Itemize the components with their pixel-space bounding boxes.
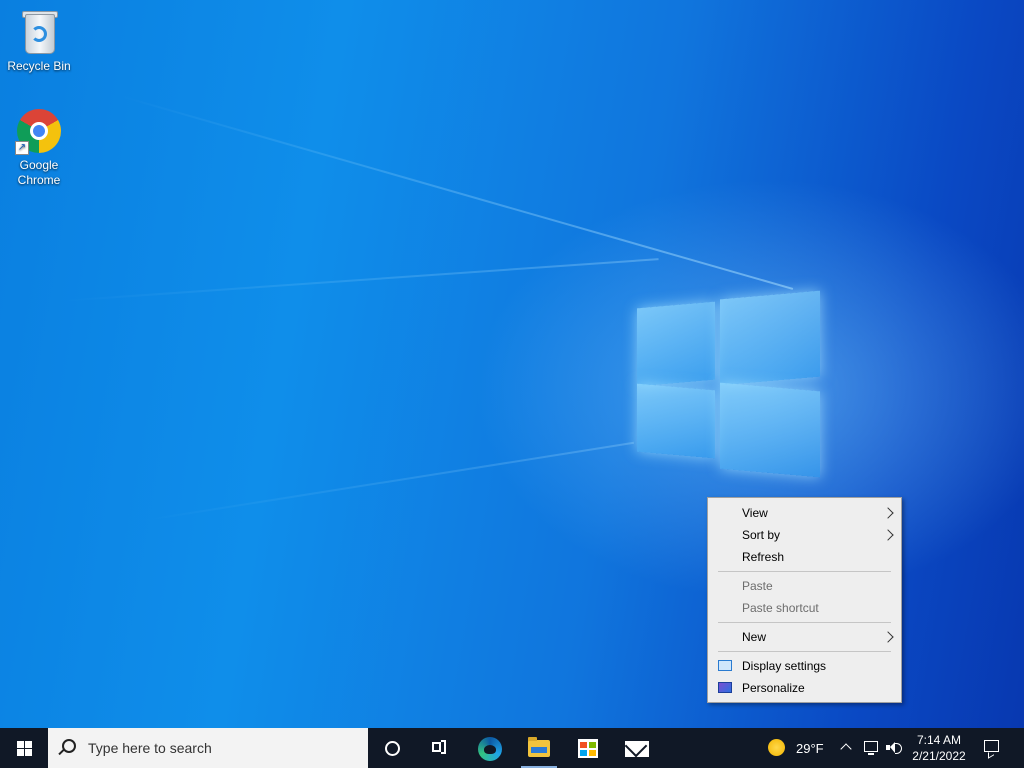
- chevron-right-icon: [882, 529, 894, 541]
- task-view-button[interactable]: [416, 728, 464, 768]
- menu-item-paste-shortcut[interactable]: Paste shortcut: [708, 598, 901, 618]
- cortana-icon: [385, 741, 400, 756]
- weather-temperature[interactable]: 29°F: [796, 741, 824, 756]
- menu-item-label: Personalize: [742, 681, 805, 695]
- search-placeholder: Type here to search: [88, 740, 212, 756]
- menu-item-sort-by[interactable]: Sort by: [708, 525, 901, 545]
- show-hidden-icons-chevron-icon[interactable]: [840, 743, 852, 755]
- task-view-icon: [432, 740, 446, 754]
- action-center-icon[interactable]: [984, 740, 999, 752]
- desktop-context-menu: View Sort by Refresh Paste Paste shortcu…: [707, 497, 902, 703]
- recycle-bin-icon: [15, 8, 63, 56]
- menu-item-label: Paste: [742, 579, 773, 593]
- desktop-icon-label: Google Chrome: [17, 158, 61, 187]
- menu-item-personalize[interactable]: Personalize: [708, 678, 901, 698]
- mail-icon: [625, 741, 649, 757]
- volume-icon[interactable]: [886, 741, 902, 754]
- menu-item-label: Refresh: [742, 550, 785, 564]
- desktop-icon-google-chrome[interactable]: ↗ Google Chrome: [1, 107, 77, 188]
- clock-time: 7:14 AM: [916, 733, 962, 747]
- menu-item-label: Paste shortcut: [742, 601, 819, 615]
- store-icon: [578, 739, 598, 758]
- shortcut-arrow-icon: ↗: [15, 141, 29, 155]
- menu-separator: [718, 571, 891, 572]
- start-button[interactable]: [0, 728, 48, 768]
- taskbar-app-edge[interactable]: [466, 728, 514, 768]
- edge-icon: [478, 737, 502, 761]
- sun-icon[interactable]: [768, 739, 785, 756]
- menu-item-label: New: [742, 630, 767, 644]
- chevron-right-icon: [882, 507, 894, 519]
- menu-item-label: View: [742, 506, 768, 520]
- desktop-icon-label: Recycle Bin: [7, 59, 71, 73]
- taskbar: Type here to search 29°F 7:14 AM 2/21/20…: [0, 728, 1024, 768]
- wallpaper-beam: [139, 441, 635, 522]
- taskbar-clock[interactable]: 7:14 AM 2/21/2022: [908, 732, 970, 764]
- menu-item-display-settings[interactable]: Display settings: [708, 656, 901, 676]
- display-icon: [718, 660, 732, 671]
- taskbar-app-mail[interactable]: [613, 728, 661, 768]
- menu-separator: [718, 651, 891, 652]
- wallpaper-beam: [119, 95, 794, 290]
- cortana-button[interactable]: [368, 728, 416, 768]
- desktop-icon-recycle-bin[interactable]: Recycle Bin: [1, 8, 77, 74]
- file-explorer-icon: [528, 737, 550, 757]
- chrome-icon: ↗: [15, 107, 63, 155]
- personalize-icon: [718, 682, 732, 693]
- menu-separator: [718, 622, 891, 623]
- menu-item-refresh[interactable]: Refresh: [708, 547, 901, 567]
- menu-item-paste[interactable]: Paste: [708, 576, 901, 596]
- menu-item-view[interactable]: View: [708, 503, 901, 523]
- wallpaper-beam: [59, 258, 659, 302]
- clock-date: 2/21/2022: [912, 749, 966, 763]
- search-box[interactable]: Type here to search: [48, 728, 368, 768]
- menu-item-new[interactable]: New: [708, 627, 901, 647]
- search-icon: [62, 739, 76, 753]
- desktop[interactable]: Recycle Bin ↗ Google Chrome View Sort by…: [0, 0, 1024, 728]
- windows-logo-icon: [17, 741, 32, 756]
- chevron-right-icon: [882, 631, 894, 643]
- menu-item-label: Display settings: [742, 659, 827, 673]
- menu-item-label: Sort by: [742, 528, 781, 542]
- taskbar-app-file-explorer[interactable]: [515, 728, 563, 768]
- network-icon[interactable]: [864, 741, 878, 755]
- taskbar-app-store[interactable]: [564, 728, 612, 768]
